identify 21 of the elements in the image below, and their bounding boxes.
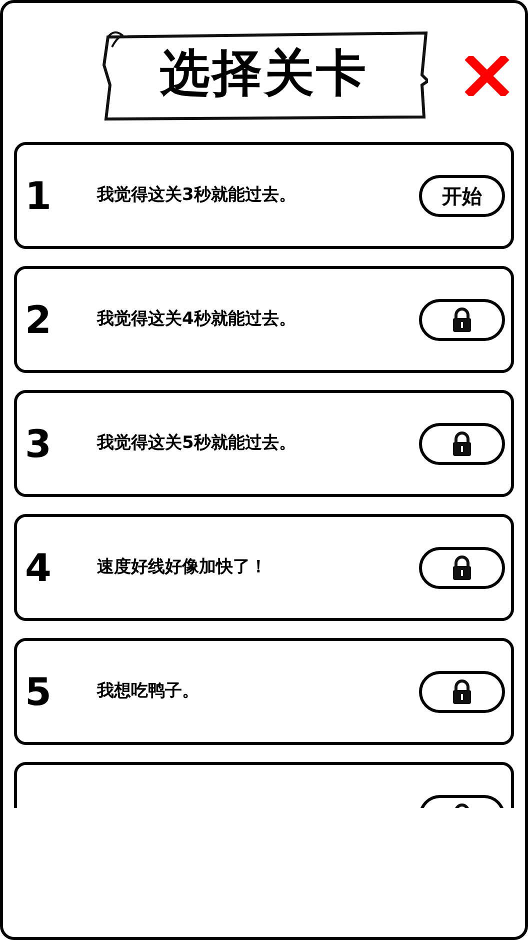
lock-icon — [451, 306, 473, 332]
locked-button[interactable] — [419, 298, 505, 340]
dialog-title: 选择关卡 — [160, 48, 368, 98]
level-description: 我觉得这关3秒就能过去。 — [97, 184, 297, 207]
level-description: 速度好线好像加快了！ — [97, 556, 268, 579]
level-number: 4 — [25, 548, 52, 586]
level-number: 3 — [25, 424, 52, 462]
locked-button[interactable] — [419, 670, 505, 712]
level-number: 5 — [25, 672, 52, 710]
start-button[interactable]: 开始 — [419, 174, 505, 216]
lock-icon — [451, 678, 473, 704]
level-number: 2 — [25, 300, 52, 338]
level-description: 我觉得这关4秒就能过去。 — [97, 308, 297, 331]
level-number: 1 — [25, 176, 52, 214]
locked-button[interactable] — [419, 546, 505, 588]
locked-button[interactable] — [419, 422, 505, 464]
level-description: 我觉得这关5秒就能过去。 — [97, 432, 297, 455]
close-icon[interactable] — [465, 56, 509, 96]
lock-icon — [451, 430, 473, 456]
level-description: 我想吃鸭子。 — [97, 680, 200, 703]
lock-icon — [451, 554, 473, 580]
